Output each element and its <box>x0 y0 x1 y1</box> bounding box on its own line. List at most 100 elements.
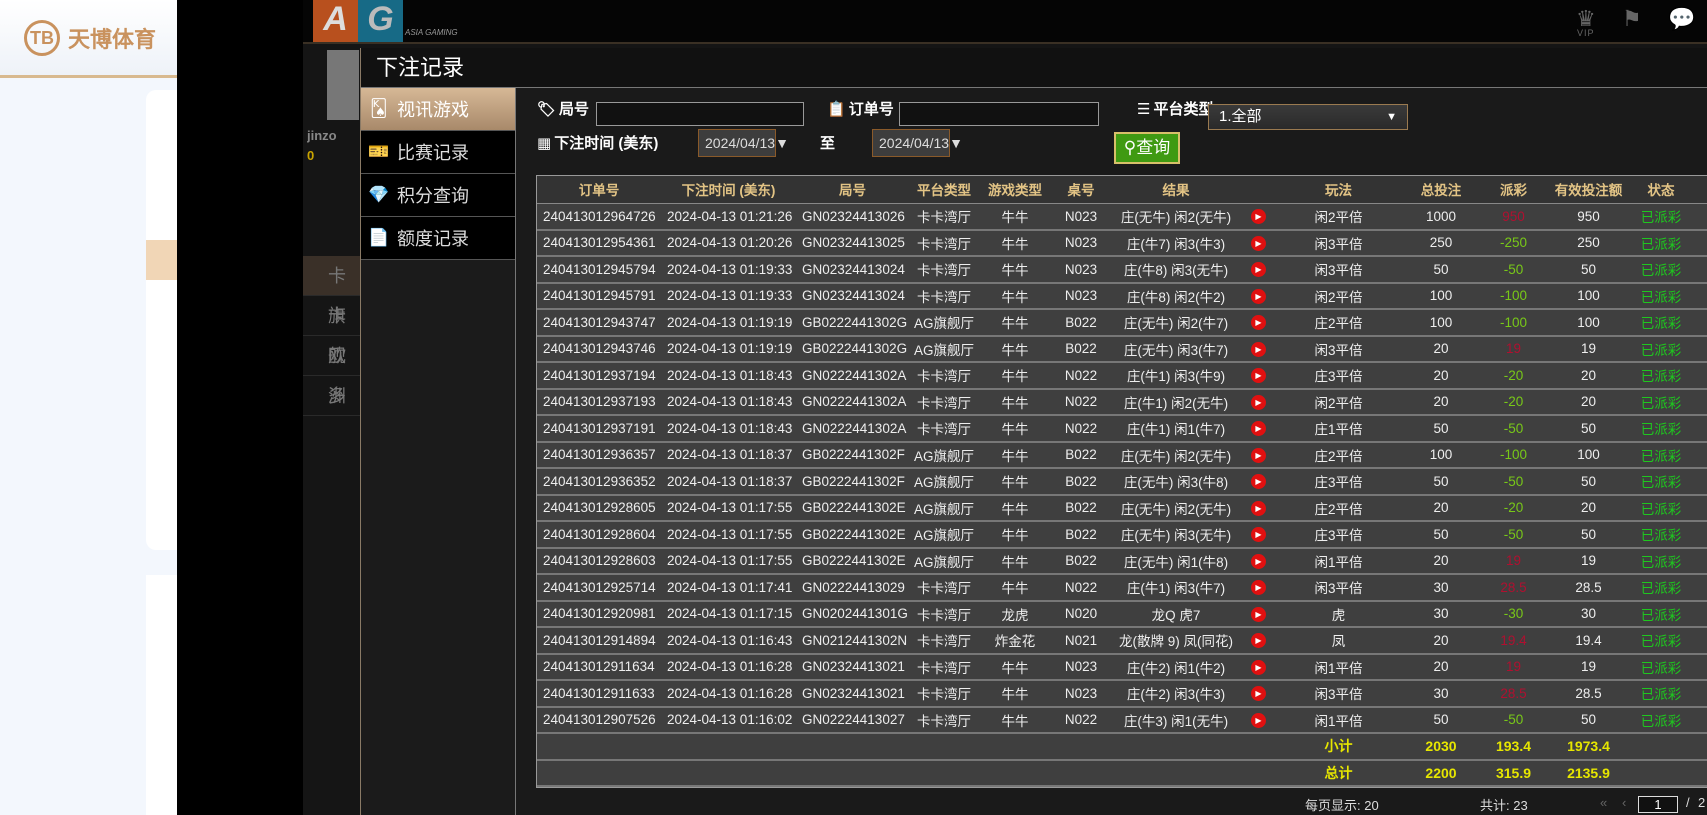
round-no: GB0222441302G <box>796 309 909 337</box>
column-header: 总投注 <box>1401 176 1481 204</box>
nav-item[interactable]: 📄 额度记录 <box>361 217 515 260</box>
play-video-icon[interactable]: ▶ <box>1251 208 1266 224</box>
bet-type: 闲1平倍 <box>1276 706 1401 734</box>
bet-type: 闲2平倍 <box>1276 282 1401 310</box>
status: 已派彩 <box>1631 362 1691 390</box>
replay-cell: ▶ <box>1241 494 1276 522</box>
ag-side-item[interactable]: 卡卡 <box>303 256 360 326</box>
payout: -30 <box>1481 600 1546 628</box>
platform: AG旗舰厅 <box>909 521 979 549</box>
play-video-icon[interactable]: ▶ <box>1251 288 1266 304</box>
round-no: GN02224413027 <box>796 706 909 734</box>
game-type: 牛牛 <box>979 229 1051 257</box>
ag-side-item[interactable]: 欧洲 <box>303 336 360 406</box>
platform-select[interactable]: 1.全部 ▼ <box>1208 104 1408 130</box>
date-from-picker[interactable]: 2024/04/13▼ <box>698 129 789 157</box>
modal-title: 下注记录 <box>361 48 1707 88</box>
game-type: 牛牛 <box>979 574 1051 602</box>
round-input[interactable] <box>596 102 804 126</box>
play-video-icon[interactable]: ▶ <box>1251 686 1266 702</box>
valid-bet: 50 <box>1546 521 1631 549</box>
play-video-icon[interactable]: ▶ <box>1251 421 1266 437</box>
play-video-icon[interactable]: ▶ <box>1251 235 1266 251</box>
play-video-icon[interactable]: ▶ <box>1251 394 1266 410</box>
payout: 28.5 <box>1481 574 1546 602</box>
bet-type: 虎 <box>1276 600 1401 628</box>
column-header: 桌号 <box>1051 176 1111 204</box>
result: 庄(牛2) 闲3(牛3) <box>1111 680 1241 708</box>
replay-cell: ▶ <box>1241 362 1276 390</box>
date-to-picker[interactable]: 2024/04/13▼ <box>872 129 963 157</box>
chat-support-icon[interactable]: 💬 <box>1668 6 1695 32</box>
play-video-icon[interactable]: ▶ <box>1251 633 1266 649</box>
platform: 卡卡湾厅 <box>909 203 979 231</box>
play-video-icon[interactable]: ▶ <box>1251 580 1266 596</box>
play-video-icon[interactable]: ▶ <box>1251 368 1266 384</box>
nav-item[interactable]: 🎫 比赛记录 <box>361 131 515 174</box>
column-header: 玩法 <box>1276 176 1401 204</box>
status: 已派彩 <box>1631 468 1691 496</box>
extra-cell <box>1691 282 1707 310</box>
ticket-icon: 🎫 <box>368 142 390 161</box>
round-no: GB0222441302E <box>796 521 909 549</box>
order-no: 240413012937193 <box>537 388 661 416</box>
play-video-icon[interactable]: ▶ <box>1251 659 1266 675</box>
result: 庄(无牛) 闲2(无牛) <box>1111 203 1241 231</box>
extra-cell <box>1691 309 1707 337</box>
replay-cell: ▶ <box>1241 282 1276 310</box>
play-video-icon[interactable]: ▶ <box>1251 500 1266 516</box>
order-no: 240413012964726 <box>537 203 661 231</box>
game-type: 牛牛 <box>979 441 1051 469</box>
table-no: B022 <box>1051 547 1111 575</box>
bet-time: 2024-04-13 01:18:37 <box>661 468 796 496</box>
extra-cell <box>1691 680 1707 708</box>
play-video-icon[interactable]: ▶ <box>1251 712 1266 728</box>
bet-time: 2024-04-13 01:18:43 <box>661 415 796 443</box>
nav-item-label: 额度记录 <box>397 229 469 249</box>
order-no: 240413012911633 <box>537 680 661 708</box>
payout: 19 <box>1481 653 1546 681</box>
play-video-icon[interactable]: ▶ <box>1251 447 1266 463</box>
order-no: 240413012954361 <box>537 229 661 257</box>
valid-bet: 100 <box>1546 309 1631 337</box>
order-no: 240413012943746 <box>537 335 661 363</box>
replay-cell: ▶ <box>1241 600 1276 628</box>
table-no: N022 <box>1051 706 1111 734</box>
table-row: 240413012920981 2024-04-13 01:17:15 GN0202… <box>537 600 1707 628</box>
valid-bet: 30 <box>1546 600 1631 628</box>
play-video-icon[interactable]: ▶ <box>1251 474 1266 490</box>
table-header: 订单号 下注时间 (美东) 局号 平台类型 游戏类型 桌号 结果 玩法 总投注 派彩 有效投注额 状态 <box>537 176 1707 204</box>
play-video-icon[interactable]: ▶ <box>1251 341 1266 357</box>
result: 庄(无牛) 闲3(无牛) <box>1111 521 1241 549</box>
extra-cell <box>1691 362 1707 390</box>
prev-page-icon[interactable]: ‹ <box>1622 795 1626 810</box>
nav-item[interactable]: 🂮 视讯游戏 <box>361 88 515 131</box>
ag-side-item[interactable]: 多 <box>303 376 360 416</box>
query-button[interactable]: ⚲查询 <box>1114 132 1180 164</box>
first-page-icon[interactable]: « <box>1600 795 1607 810</box>
game-type: 牛牛 <box>979 468 1051 496</box>
flag-icon[interactable]: ⚑ <box>1622 6 1642 32</box>
extra-cell <box>1691 256 1707 284</box>
order-no: 240413012928603 <box>537 547 661 575</box>
round-no: GN02324413024 <box>796 256 909 284</box>
nav-item[interactable]: 💎 积分查询 <box>361 174 515 217</box>
play-video-icon[interactable]: ▶ <box>1251 553 1266 569</box>
order-no: 240413012914894 <box>537 627 661 655</box>
order-input[interactable] <box>899 102 1099 126</box>
play-video-icon[interactable]: ▶ <box>1251 262 1266 278</box>
round-no: GB0222441302E <box>796 494 909 522</box>
platform: 卡卡湾厅 <box>909 388 979 416</box>
play-video-icon[interactable]: ▶ <box>1251 315 1266 331</box>
play-video-icon[interactable]: ▶ <box>1251 527 1266 543</box>
site-logo[interactable]: TB 天博体育 <box>24 20 156 56</box>
ag-side-item[interactable]: 旗舰 <box>303 296 360 366</box>
play-video-icon[interactable]: ▶ <box>1251 606 1266 622</box>
bet-time: 2024-04-13 01:20:26 <box>661 229 796 257</box>
replay-cell: ▶ <box>1241 335 1276 363</box>
table-no: N020 <box>1051 600 1111 628</box>
order-no: 240413012937194 <box>537 362 661 390</box>
total-bet: 50 <box>1401 256 1481 284</box>
page-input[interactable] <box>1638 796 1678 813</box>
vip-label[interactable]: VIP <box>1577 28 1595 38</box>
